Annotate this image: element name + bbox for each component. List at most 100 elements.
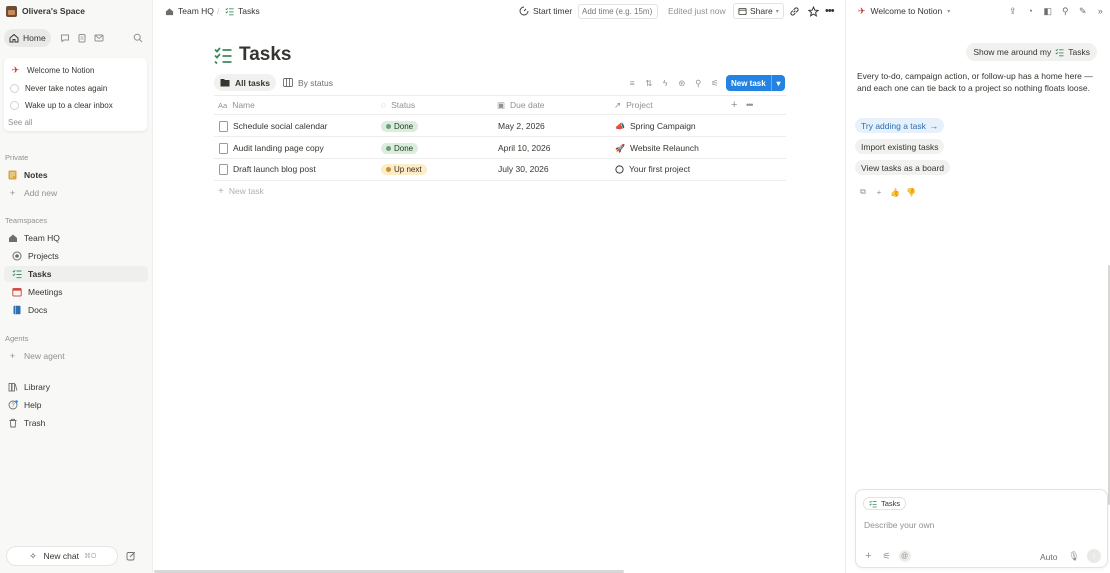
share-chat-button[interactable]: ⇪: [1004, 3, 1022, 19]
welcome-title-row[interactable]: ✈ Welcome to Notion: [10, 64, 95, 76]
status-cell[interactable]: Done: [381, 119, 419, 133]
search-button[interactable]: ⚲: [690, 75, 707, 91]
welcome-item[interactable]: Never take notes again: [10, 82, 107, 94]
new-agent-button[interactable]: + New agent: [4, 348, 148, 364]
project-cell[interactable]: Your first project: [615, 162, 690, 176]
view-settings-button[interactable]: ⚟: [707, 75, 724, 91]
radio-circle-icon[interactable]: [10, 83, 19, 93]
see-all-link[interactable]: See all: [8, 118, 32, 127]
task-name-cell[interactable]: Schedule social calendar: [219, 119, 328, 133]
row-divider: [214, 158, 786, 159]
attach-button[interactable]: +: [861, 549, 876, 563]
thumbs-up-button[interactable]: 👍: [889, 186, 901, 198]
chat-input-box[interactable]: Tasks Describe your own + ⚟ @ Auto 🎙 ↑: [855, 489, 1108, 568]
copy-button[interactable]: ⧉: [857, 186, 869, 198]
ai-button[interactable]: ⊛: [674, 75, 691, 91]
toggle-layout-button[interactable]: ◧: [1039, 3, 1057, 19]
chat-tab[interactable]: [57, 29, 74, 47]
share-button[interactable]: Share ▾: [733, 3, 784, 19]
time-input[interactable]: [578, 3, 658, 19]
thumbs-down-button[interactable]: 👎: [905, 186, 917, 198]
project-name: Your first project: [629, 164, 691, 174]
project-cell[interactable]: 📣 Spring Campaign: [615, 119, 696, 133]
add-new-button[interactable]: + Add new: [4, 185, 148, 201]
compose-button[interactable]: [124, 549, 138, 563]
column-header-status[interactable]: ◌ Status: [381, 99, 415, 111]
copy-link-button[interactable]: [789, 3, 800, 19]
inbox-tab[interactable]: [90, 29, 107, 47]
voice-input-button[interactable]: 🎙: [1068, 550, 1080, 562]
more-horizontal-icon: •••: [746, 100, 754, 110]
user-message-page-mention[interactable]: Tasks: [1068, 47, 1090, 57]
mention-button[interactable]: @: [897, 549, 912, 563]
home-tab[interactable]: Home: [4, 29, 51, 47]
welcome-item[interactable]: Wake up to a clear inbox: [10, 99, 113, 111]
sidebar-item-tasks[interactable]: Tasks: [4, 266, 148, 282]
sidebar-item-library[interactable]: Library: [4, 379, 148, 395]
add-task-row[interactable]: + New task: [218, 185, 264, 197]
column-header-name[interactable]: Aa Name: [218, 99, 255, 111]
sidebar-item-label: Docs: [28, 305, 48, 315]
suggestion-try-adding-task[interactable]: Try adding a task →: [855, 118, 945, 133]
search-button[interactable]: [129, 29, 146, 47]
filter-button[interactable]: ≡: [624, 75, 641, 91]
due-date-cell[interactable]: April 10, 2026: [498, 141, 550, 155]
sidebar-item-docs[interactable]: Docs: [4, 302, 148, 318]
collapse-panel-button[interactable]: »: [1092, 3, 1110, 19]
view-tab-by-status[interactable]: By status: [277, 74, 339, 91]
task-name-cell[interactable]: Audit landing page copy: [219, 141, 324, 155]
property-more-button[interactable]: •••: [746, 99, 754, 111]
sidebar-item-projects[interactable]: Projects: [4, 248, 148, 264]
status-badge: Up next: [381, 163, 427, 175]
project-cell[interactable]: 🚀 Website Relaunch: [615, 141, 699, 155]
new-task-button[interactable]: New task ▾: [726, 75, 785, 91]
sidebar-item-trash[interactable]: Trash: [4, 415, 148, 431]
workspace-switcher[interactable]: Olivera's Space: [6, 4, 85, 18]
browser-icon: [738, 7, 747, 15]
suggestion-view-board[interactable]: View tasks as a board: [855, 160, 950, 175]
sidebar-item-help[interactable]: ? Help: [4, 397, 148, 413]
new-chat-button[interactable]: ✧ New chat ⌘O: [6, 546, 118, 566]
view-toolbar: ≡ ⇅ ϟ ⊛ ⚲ ⚟: [624, 75, 723, 91]
view-tab-all-tasks[interactable]: All tasks: [214, 74, 276, 91]
chat-title[interactable]: ✈ Welcome to Notion ▾: [858, 5, 950, 17]
column-header-label: Project: [626, 100, 653, 110]
due-date-cell[interactable]: May 2, 2026: [498, 119, 545, 133]
suggestion-import-tasks[interactable]: Import existing tasks: [855, 139, 945, 154]
chat-history-button[interactable]: ◔: [1022, 3, 1040, 19]
status-cell[interactable]: Up next: [381, 162, 427, 176]
double-chevron-right-icon: »: [1097, 6, 1103, 16]
tools-button[interactable]: ⚟: [879, 549, 894, 563]
radio-circle-icon[interactable]: [10, 100, 19, 110]
sidebar-item-label: Trash: [24, 418, 46, 428]
due-date-cell[interactable]: July 30, 2026: [498, 162, 549, 176]
pin-button[interactable]: ⚲: [1057, 3, 1075, 19]
page-title[interactable]: Tasks: [239, 44, 291, 66]
start-timer-button[interactable]: Start timer: [519, 5, 572, 17]
chat-input-placeholder[interactable]: Describe your own: [864, 520, 934, 530]
plus-icon: +: [218, 185, 224, 197]
model-mode-selector[interactable]: Auto: [1040, 552, 1058, 562]
task-name-cell[interactable]: Draft launch blog post: [219, 162, 316, 176]
favorite-button[interactable]: [808, 3, 819, 19]
sidebar-item-meetings[interactable]: Meetings: [4, 284, 148, 300]
thumbs-down-icon: 👎: [906, 187, 916, 197]
status-cell[interactable]: Done: [381, 141, 419, 155]
sidebar-item-team-hq[interactable]: Team HQ: [4, 230, 148, 246]
sidebar-item-notes[interactable]: Notes: [4, 167, 148, 183]
new-chat-panel-button[interactable]: ✎: [1074, 3, 1092, 19]
chevron-down-icon[interactable]: ▾: [771, 75, 785, 91]
send-button[interactable]: ↑: [1087, 549, 1101, 563]
add-button[interactable]: +: [873, 186, 885, 198]
notes-tab[interactable]: [74, 29, 91, 47]
column-header-due-date[interactable]: ▣ Due date: [497, 99, 545, 111]
link-icon: [790, 6, 799, 16]
breadcrumb-tasks[interactable]: Tasks: [225, 5, 260, 17]
add-property-button[interactable]: +: [731, 99, 737, 111]
automation-button[interactable]: ϟ: [657, 75, 674, 91]
context-chip[interactable]: Tasks: [863, 497, 907, 510]
column-header-project[interactable]: ↗ Project: [614, 99, 653, 111]
sort-button[interactable]: ⇅: [641, 75, 658, 91]
more-options-button[interactable]: •••: [825, 3, 835, 19]
breadcrumb-team-hq[interactable]: Team HQ: [165, 5, 214, 17]
